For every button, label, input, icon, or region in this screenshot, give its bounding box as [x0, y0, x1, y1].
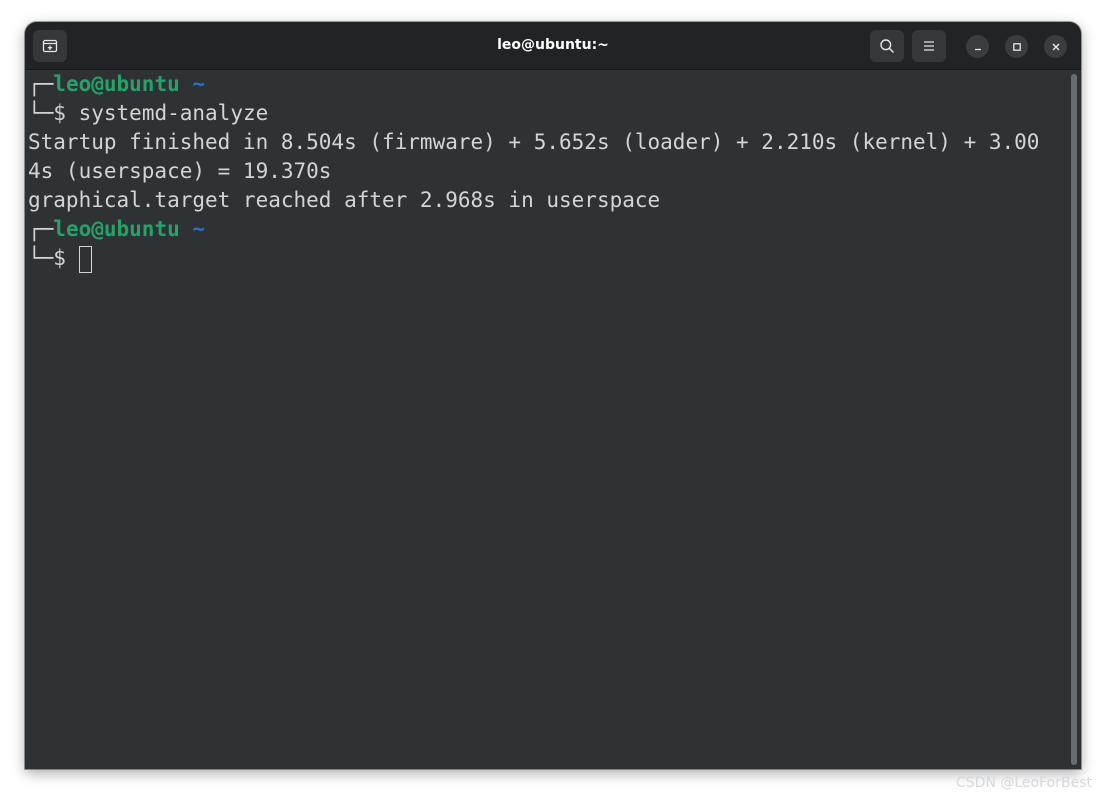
search-icon: [880, 39, 894, 53]
hamburger-menu-icon: [924, 41, 934, 51]
command-text: systemd-analyze: [78, 101, 269, 125]
prompt-user-host: leo@ubuntu: [53, 217, 180, 241]
text-cursor: [78, 245, 92, 273]
prompt-directory: ~: [192, 217, 206, 241]
prompt-directory: ~: [192, 72, 206, 96]
close-button[interactable]: [1044, 35, 1067, 58]
prompt-box-top: ┌─: [28, 72, 54, 96]
close-icon: [1052, 43, 1059, 50]
terminal-window: leo@ubuntu:~ ┌─leo@ubuntu ~ └─$ systemd-…: [25, 22, 1081, 769]
prompt-symbol: $: [53, 101, 66, 125]
command-line-2: └─$: [28, 244, 92, 273]
minimize-button[interactable]: [966, 35, 989, 58]
output-line: Startup finished in 8.504s (firmware) + …: [28, 130, 1040, 154]
prompt-box-bottom: └─: [28, 246, 54, 270]
watermark: CSDN @LeoForBest: [956, 775, 1092, 791]
menu-button[interactable]: [912, 30, 946, 62]
vertical-scrollbar[interactable]: [1071, 74, 1077, 765]
minimize-icon: [974, 48, 981, 50]
command-line-1: └─$ systemd-analyze: [28, 99, 268, 128]
search-button[interactable]: [870, 30, 904, 62]
title-bar: leo@ubuntu:~: [25, 22, 1081, 70]
prompt-symbol: $: [53, 246, 66, 270]
terminal-output-area[interactable]: ┌─leo@ubuntu ~ └─$ systemd-analyze Start…: [25, 70, 1067, 769]
maximize-button[interactable]: [1005, 35, 1028, 58]
prompt-box-bottom: └─: [28, 101, 54, 125]
prompt-line-2: ┌─leo@ubuntu ~: [28, 215, 205, 244]
output-line: 4s (userspace) = 19.370s: [28, 159, 332, 183]
output-line: graphical.target reached after 2.968s in…: [28, 188, 661, 212]
prompt-line-1: ┌─leo@ubuntu ~: [28, 70, 205, 99]
prompt-box-top: ┌─: [28, 217, 54, 241]
prompt-user-host: leo@ubuntu: [53, 72, 180, 96]
maximize-icon: [1012, 42, 1021, 51]
